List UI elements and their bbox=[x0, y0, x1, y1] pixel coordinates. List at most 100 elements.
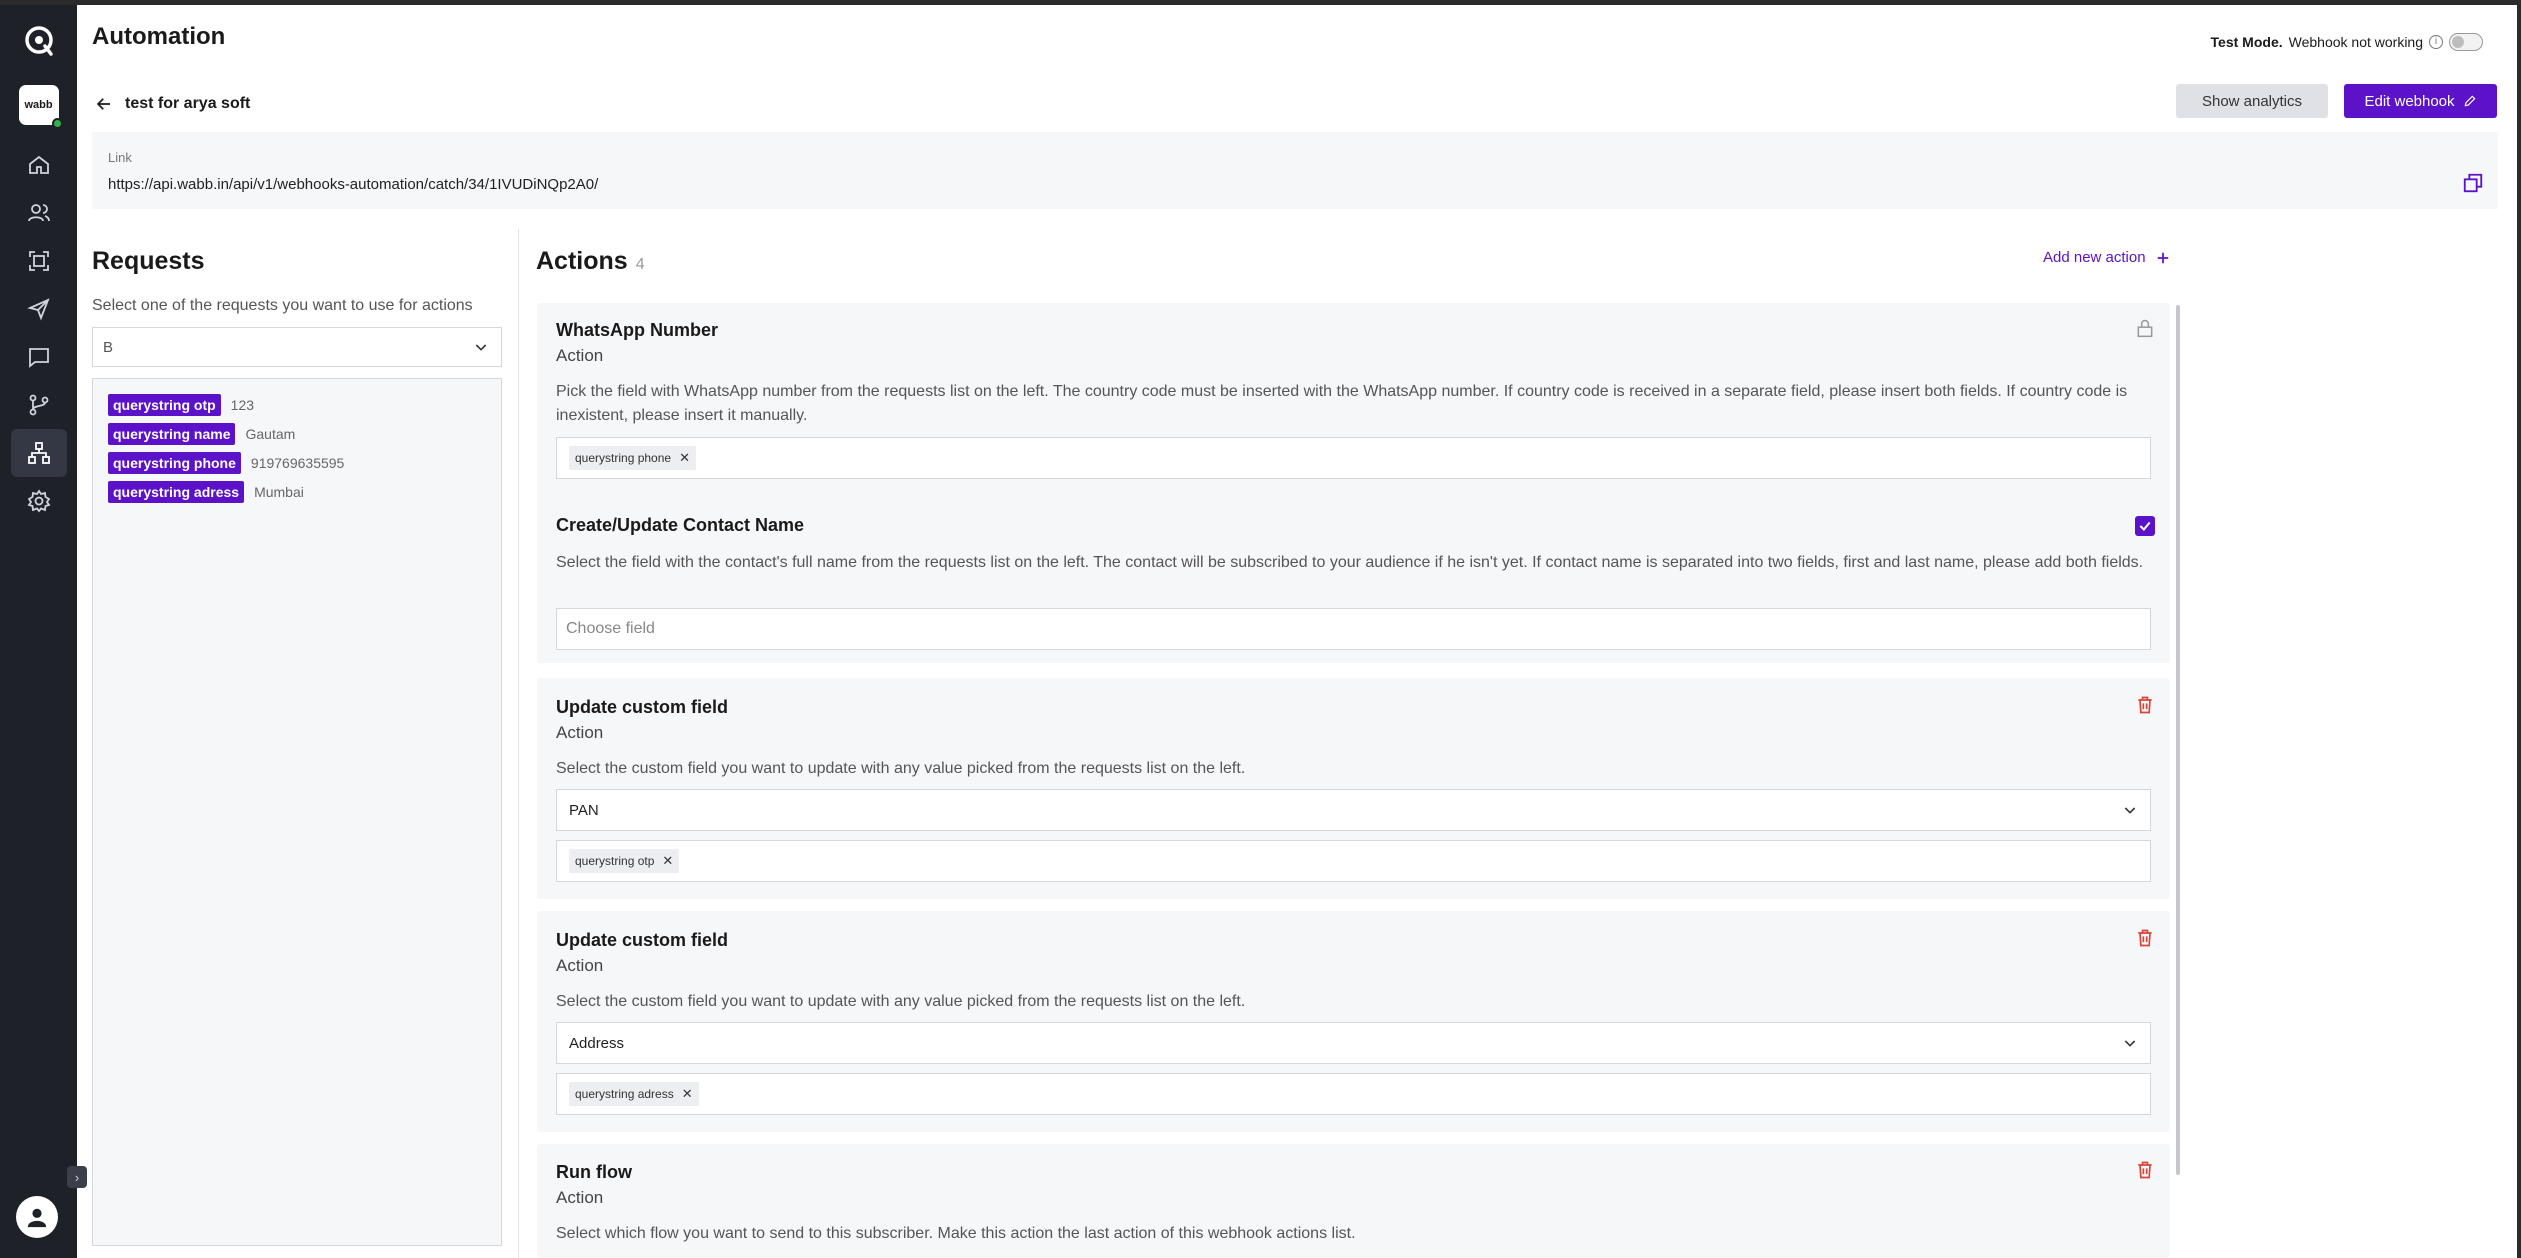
request-field-value: 123 bbox=[230, 397, 255, 413]
users-icon bbox=[27, 204, 50, 222]
chevron-down-icon bbox=[2124, 1040, 2136, 1047]
custom-field-select[interactable]: PAN bbox=[556, 789, 2151, 831]
action-description: Select the field with the contact's full… bbox=[556, 554, 2144, 571]
action-title: Create/Update Contact Name bbox=[556, 515, 805, 535]
action-card-update-custom-field: Update custom field Action Select the cu… bbox=[537, 911, 2170, 1132]
sidebar-item-broadcast[interactable] bbox=[11, 285, 67, 333]
action-subtitle: Action bbox=[556, 1188, 604, 1207]
copy-icon[interactable] bbox=[2462, 172, 2484, 194]
request-field-tag[interactable]: querystring name bbox=[108, 423, 236, 445]
action-subtitle: Action bbox=[556, 956, 604, 975]
add-new-action-button[interactable]: Add new action bbox=[2043, 249, 2170, 266]
link-url[interactable]: https://api.wabb.in/api/v1/webhooks-auto… bbox=[108, 176, 598, 193]
test-mode-indicator: Test Mode. Webhook not working i bbox=[2211, 33, 2483, 51]
test-mode-status: Webhook not working bbox=[2288, 34, 2423, 50]
custom-field-select-value: PAN bbox=[569, 801, 599, 819]
show-analytics-button[interactable]: Show analytics bbox=[2176, 84, 2328, 118]
workspace-avatar[interactable]: wabb bbox=[18, 85, 63, 129]
actions-scrollbar[interactable] bbox=[2176, 305, 2180, 1175]
trash-icon[interactable] bbox=[2135, 928, 2155, 948]
sidebar-item-contacts[interactable] bbox=[11, 189, 67, 237]
actions-title-text: Actions bbox=[536, 247, 628, 275]
request-field-tag[interactable]: querystring adress bbox=[108, 481, 245, 503]
app-logo-icon[interactable] bbox=[17, 19, 61, 63]
action-subtitle: Action bbox=[556, 723, 604, 742]
request-select[interactable]: B bbox=[92, 327, 502, 367]
contact-name-checkbox[interactable] bbox=[2135, 516, 2155, 536]
chat-icon bbox=[28, 348, 49, 368]
edit-webhook-label: Edit webhook bbox=[2364, 92, 2455, 110]
custom-field-select[interactable]: Address bbox=[556, 1022, 2151, 1064]
action-title: WhatsApp Number bbox=[556, 320, 718, 340]
contact-name-placeholder: Choose field bbox=[566, 620, 655, 637]
list-item: querystring otp 123 bbox=[108, 393, 486, 417]
chevron-down-icon bbox=[475, 344, 487, 351]
test-mode-label: Test Mode. bbox=[2210, 34, 2283, 50]
webhook-link-box: Link https://api.wabb.in/api/v1/webhooks… bbox=[92, 132, 2498, 209]
request-field-tag[interactable]: querystring otp bbox=[108, 394, 221, 416]
action-description: Pick the field with WhatsApp number from… bbox=[556, 383, 2128, 424]
action-description: Select the custom field you want to upda… bbox=[556, 993, 1246, 1010]
actions-title: Actions 4 bbox=[536, 247, 645, 276]
action-subtitle: Action bbox=[556, 346, 604, 365]
lock-icon bbox=[2137, 319, 2153, 338]
request-field-value: Mumbai bbox=[254, 484, 304, 500]
action-description: Select the custom field you want to upda… bbox=[556, 760, 1246, 777]
info-icon[interactable]: i bbox=[2429, 35, 2443, 49]
breadcrumb: test for arya soft bbox=[95, 95, 250, 113]
request-field-tag[interactable]: querystring phone bbox=[108, 452, 241, 474]
list-item: querystring name Gautam bbox=[108, 422, 486, 446]
home-icon bbox=[28, 155, 49, 174]
field-chip: querystring adress ✕ bbox=[569, 1082, 699, 1106]
action-title: Update custom field bbox=[556, 930, 729, 950]
action-card-update-custom-field: Update custom field Action Select the cu… bbox=[537, 678, 2170, 899]
check-icon bbox=[2139, 521, 2151, 532]
action-title: Run flow bbox=[556, 1162, 632, 1182]
field-chip: querystring otp ✕ bbox=[569, 849, 680, 873]
workspace-brand-label: wabb bbox=[24, 99, 53, 111]
sidebar: wabb › bbox=[0, 5, 87, 1258]
chevron-down-icon bbox=[2124, 807, 2136, 814]
custom-field-select-value: Address bbox=[569, 1034, 625, 1052]
close-icon[interactable]: ✕ bbox=[682, 1086, 693, 1102]
requests-subtitle: Select one of the requests you want to u… bbox=[92, 297, 473, 314]
user-icon bbox=[27, 1208, 47, 1228]
list-item: querystring adress Mumbai bbox=[108, 480, 486, 504]
custom-field-value-field[interactable]: querystring adress ✕ bbox=[556, 1073, 2151, 1115]
edit-webhook-button[interactable]: Edit webhook bbox=[2344, 84, 2497, 118]
field-chip-label: querystring adress bbox=[575, 1087, 674, 1101]
sidebar-item-inbox[interactable] bbox=[11, 333, 67, 381]
pencil-icon bbox=[2464, 95, 2476, 107]
branch-icon bbox=[29, 394, 48, 416]
sidebar-item-automation[interactable] bbox=[10, 429, 67, 477]
sidebar-item-scan[interactable] bbox=[11, 237, 67, 285]
panel-divider bbox=[518, 229, 519, 1258]
window-right-edge bbox=[2517, 0, 2521, 1258]
test-mode-toggle[interactable] bbox=[2449, 33, 2483, 51]
main-content: Automation Test Mode. Webhook not workin… bbox=[77, 5, 2521, 1258]
send-icon bbox=[26, 298, 50, 321]
whatsapp-number-field[interactable]: querystring phone ✕ bbox=[556, 437, 2151, 479]
requests-title: Requests bbox=[92, 247, 205, 275]
user-avatar[interactable] bbox=[16, 1196, 58, 1238]
trash-icon[interactable] bbox=[2135, 695, 2155, 715]
sidebar-item-settings[interactable] bbox=[11, 477, 67, 525]
trash-icon[interactable] bbox=[2135, 1160, 2155, 1180]
field-chip-label: querystring phone bbox=[575, 451, 672, 465]
action-card-run-flow: Run flow Action Select which flow you wa… bbox=[537, 1144, 2170, 1258]
arrow-left-icon[interactable] bbox=[95, 95, 113, 113]
action-description: Select which flow you want to send to th… bbox=[556, 1225, 1356, 1242]
list-item: querystring phone 919769635595 bbox=[108, 451, 486, 475]
request-fields-list: querystring otp 123 querystring name Gau… bbox=[92, 378, 502, 1246]
sitemap-icon bbox=[27, 442, 50, 464]
field-chip-label: querystring otp bbox=[575, 854, 655, 868]
close-icon[interactable]: ✕ bbox=[662, 853, 673, 869]
plus-icon bbox=[2157, 252, 2168, 263]
online-status-dot bbox=[51, 118, 63, 129]
sidebar-item-home[interactable] bbox=[11, 141, 67, 189]
close-icon[interactable]: ✕ bbox=[679, 450, 690, 466]
sidebar-item-flows[interactable] bbox=[11, 381, 67, 429]
contact-name-field[interactable]: Choose field bbox=[556, 608, 2151, 650]
custom-field-value-field[interactable]: querystring otp ✕ bbox=[556, 840, 2151, 882]
actions-count: 4 bbox=[635, 256, 645, 273]
